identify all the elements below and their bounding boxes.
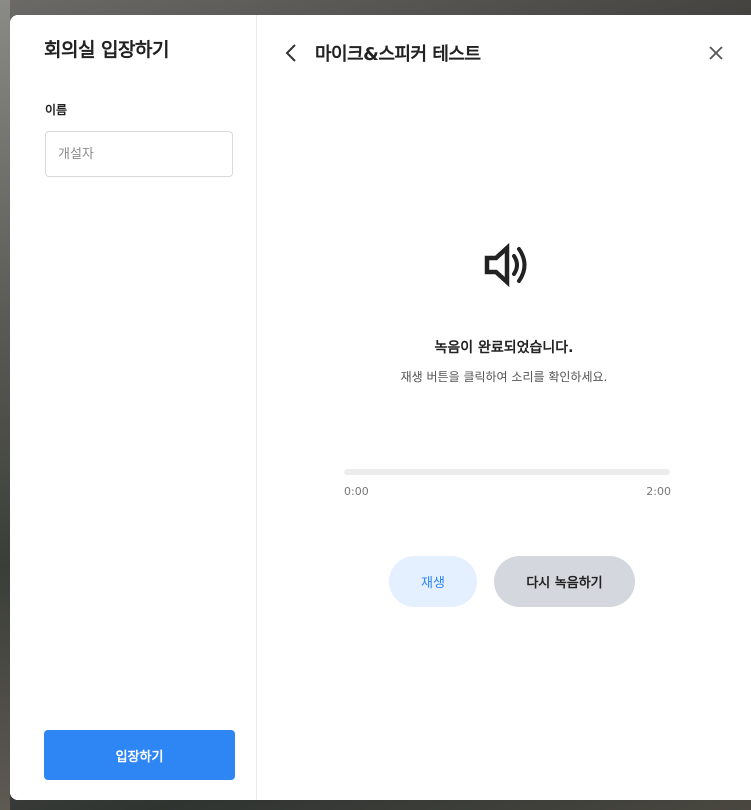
mic-speaker-test-panel: 마이크&스피커 테스트 녹음이 완료되었습니다. 재생 버튼을 클릭하여 소리를…: [257, 15, 751, 800]
recording-status-title: 녹음이 완료되었습니다.: [434, 340, 574, 356]
enter-room-button[interactable]: 입장하기: [44, 730, 235, 780]
recording-status-description: 재생 버튼을 클릭하여 소리를 확인하세요.: [400, 370, 608, 384]
speaker-icon: [484, 243, 527, 287]
join-meeting-modal: 회의실 입장하기 이름 입장하기 마이크&스피커 테스트 녹음이 완료되었습니다…: [10, 15, 751, 800]
join-panel: 회의실 입장하기 이름 입장하기: [10, 15, 257, 800]
panel-title: 회의실 입장하기: [44, 39, 169, 61]
total-time: 2:00: [646, 485, 671, 498]
close-icon: [709, 46, 723, 60]
play-button[interactable]: 재생: [389, 556, 477, 607]
chevron-left-icon: [285, 44, 296, 62]
rerecord-button[interactable]: 다시 녹음하기: [494, 556, 635, 607]
current-time: 0:00: [344, 485, 369, 498]
test-title: 마이크&스피커 테스트: [315, 44, 481, 65]
name-input[interactable]: [45, 131, 233, 177]
background-strip: [0, 0, 10, 810]
back-button[interactable]: [281, 39, 301, 67]
playback-progress-bar[interactable]: [344, 469, 670, 475]
close-button[interactable]: [704, 41, 728, 65]
name-label: 이름: [45, 103, 68, 117]
